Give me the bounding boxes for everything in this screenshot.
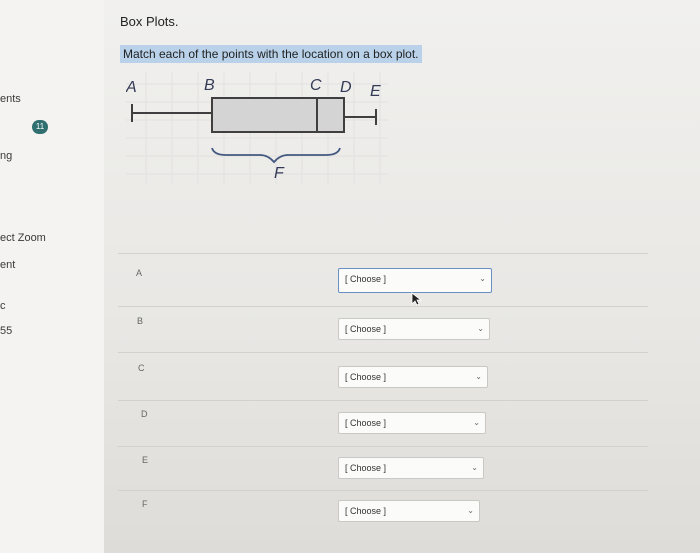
row-label-d: D	[141, 409, 148, 419]
figure-label-e: E	[370, 83, 381, 100]
answer-select-f[interactable]: [ Choose ] ⌄	[338, 500, 480, 522]
row-divider	[118, 400, 648, 401]
chevron-down-icon: ⌄	[477, 324, 484, 333]
quiz-question-panel: Box Plots. Match each of the points with…	[104, 0, 700, 553]
row-divider	[118, 446, 648, 447]
sidebar-item-zoom[interactable]: ect Zoom	[0, 232, 46, 244]
sidebar-item-ng[interactable]: ng	[0, 150, 12, 162]
answer-select-c[interactable]: [ Choose ] ⌄	[338, 366, 488, 388]
sidebar-item-55[interactable]: 55	[0, 325, 12, 337]
chevron-down-icon: ⌄	[467, 506, 474, 515]
chevron-down-icon: ⌄	[479, 274, 486, 283]
row-label-b: B	[137, 316, 144, 326]
answer-select-a[interactable]: [ Choose ] ⌄	[338, 268, 492, 293]
box-plot-figure: A B C D E F	[126, 72, 388, 184]
chevron-down-icon: ⌄	[471, 463, 478, 472]
figure-label-a: A	[126, 79, 137, 96]
box-plot-marks	[131, 97, 377, 164]
figure-label-f: F	[274, 165, 285, 182]
row-label-e: E	[142, 455, 149, 465]
mouse-cursor-icon	[411, 292, 423, 306]
sidebar-item-c[interactable]: c	[0, 300, 6, 312]
answer-select-d[interactable]: [ Choose ] ⌄	[338, 412, 486, 434]
select-value: [ Choose ]	[345, 372, 387, 382]
notification-badge: 11	[32, 120, 48, 134]
row-label-f: F	[142, 499, 148, 509]
select-value: [ Choose ]	[345, 324, 387, 334]
select-value: [ Choose ]	[345, 463, 387, 473]
figure-label-b: B	[204, 77, 215, 94]
sidebar-item-ents[interactable]: ents	[0, 93, 21, 105]
course-sidebar: ents 11 ng ect Zoom ent c 55	[0, 0, 105, 553]
select-value: [ Choose ]	[345, 274, 387, 284]
question-prompt: Match each of the points with the locati…	[120, 45, 422, 63]
select-value: [ Choose ]	[345, 418, 387, 428]
chevron-down-icon: ⌄	[473, 418, 480, 427]
box	[211, 97, 345, 133]
answer-select-e[interactable]: [ Choose ] ⌄	[338, 457, 484, 479]
row-label-c: C	[138, 363, 145, 373]
row-divider	[118, 306, 648, 307]
figure-label-c: C	[310, 77, 322, 94]
row-divider	[118, 352, 648, 353]
row-label-a: A	[136, 268, 143, 278]
question-title: Box Plots.	[120, 14, 179, 29]
answer-select-b[interactable]: [ Choose ] ⌄	[338, 318, 490, 340]
chevron-down-icon: ⌄	[475, 372, 482, 381]
row-divider	[118, 253, 648, 254]
row-divider	[118, 490, 648, 491]
figure-label-d: D	[340, 79, 352, 96]
select-value: [ Choose ]	[345, 506, 387, 516]
sidebar-item-ent[interactable]: ent	[0, 259, 15, 271]
